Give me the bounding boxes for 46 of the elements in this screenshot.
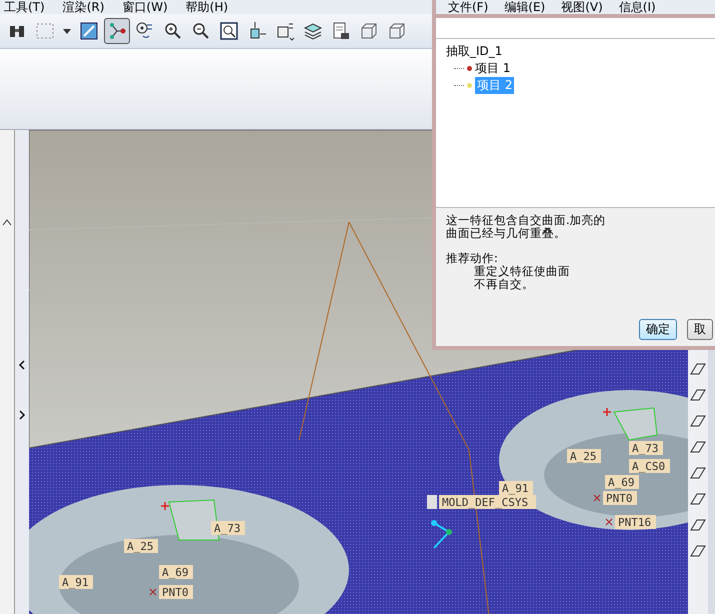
input-field[interactable] — [436, 18, 715, 39]
dimension-label: A_69 — [605, 475, 639, 489]
expand-right-icon[interactable] — [18, 410, 26, 420]
layers-icon — [303, 21, 323, 41]
csys-label: MOLD_DEF_CSYS — [427, 495, 536, 509]
shaded-square-icon — [79, 21, 99, 41]
menu-item[interactable]: 视图(V) — [561, 0, 603, 14]
zoom-in-icon — [163, 21, 183, 41]
wireframe-cube-icon — [359, 21, 379, 41]
zoom-out-icon — [191, 21, 211, 41]
menu-item[interactable]: 帮助(H) — [186, 0, 228, 14]
dashed-rectangle-icon — [35, 21, 55, 41]
spin-center-icon — [135, 21, 155, 41]
dimension-label: A_25 — [124, 539, 158, 553]
action-title: 推荐动作: — [446, 252, 498, 265]
dimension-label: A_73 — [629, 441, 663, 455]
point-label: PNT0 — [150, 585, 193, 599]
dimension-label: A_CS0 — [629, 459, 670, 473]
cancel-button[interactable]: 取 — [687, 319, 713, 340]
dimension-label: A_25 — [567, 449, 601, 463]
ok-button[interactable]: 确定 — [639, 319, 677, 340]
wireframe-cube-icon — [387, 21, 407, 41]
magnifier-frame-icon — [219, 21, 239, 41]
message-text: 曲面已经与几何重叠。 — [446, 227, 567, 240]
tree-item[interactable]: 抽取_ID_1 — [446, 43, 715, 60]
action-text: 重定义特征使曲面 — [473, 265, 571, 278]
message-text: 这一特征包含自交曲面.加亮的 — [446, 214, 607, 227]
scroll-up-icon[interactable] — [2, 218, 12, 226]
action-text: 不再自交。 — [473, 278, 535, 291]
menu-item[interactable]: 渲染(R) — [62, 0, 104, 14]
menu-item[interactable]: 信息(I) — [618, 0, 656, 14]
menu-item[interactable]: 工具(T) — [4, 0, 45, 14]
caret-icon — [63, 28, 71, 34]
dimension-label: A_91 — [499, 481, 533, 495]
tree-item[interactable]: 项目 1 — [475, 60, 510, 77]
point-label: PNT0 — [594, 491, 637, 505]
collapse-left-icon[interactable] — [18, 360, 26, 370]
point-label: PNT16 — [606, 515, 656, 529]
csys-marker-icon — [431, 520, 452, 549]
node-branch-icon — [107, 21, 127, 41]
dimension-label: A_91 — [59, 575, 93, 589]
dimension-label: A_69 — [159, 565, 193, 579]
dimension-label: A_73 — [211, 521, 245, 535]
menu-item[interactable]: 编辑(E) — [504, 0, 546, 14]
menu-item[interactable]: 窗口(W) — [122, 0, 168, 14]
menu-item[interactable]: 文件(F) — [448, 0, 488, 14]
